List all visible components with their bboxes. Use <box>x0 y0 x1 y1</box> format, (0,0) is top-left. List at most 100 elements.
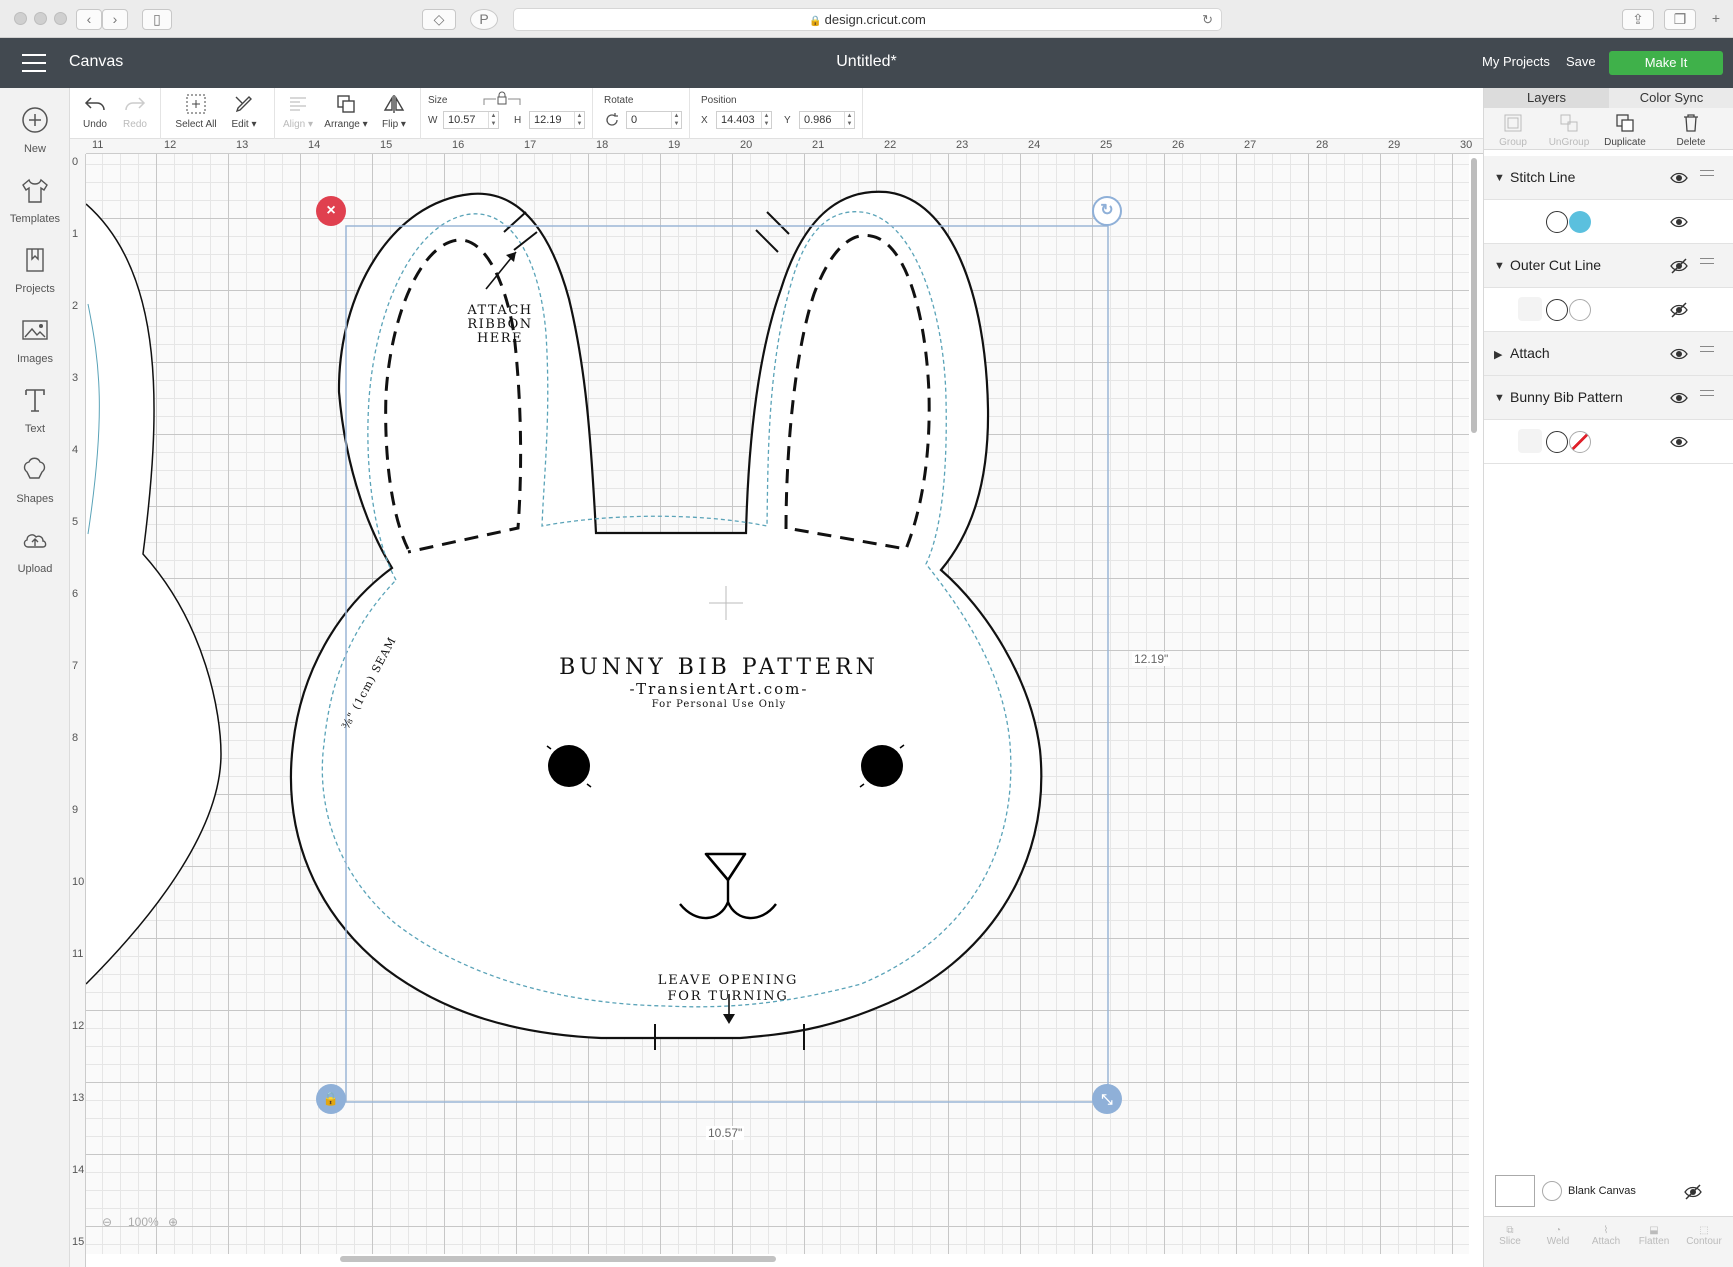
rotate-input[interactable]: 0 ▲ ▼ <box>626 111 682 129</box>
select-all-button[interactable]: Select All <box>168 92 224 130</box>
eye-icon[interactable] <box>1669 212 1689 232</box>
flatten-label: Flatten <box>1638 1236 1670 1247</box>
back-icon[interactable]: ‹ <box>76 9 102 30</box>
menu-icon[interactable] <box>22 54 46 72</box>
pen-icon[interactable] <box>1546 211 1568 233</box>
x-stepper[interactable]: ▲ ▼ <box>761 112 771 128</box>
scissors-icon[interactable] <box>1546 299 1568 321</box>
rotate-handle-icon[interactable]: ↻ <box>1092 196 1122 226</box>
make-it-button[interactable]: Make It <box>1609 51 1723 75</box>
share-icon[interactable]: ⇪ <box>1622 9 1654 30</box>
layer-group-outer-cut-line[interactable]: ▼ Outer Cut Line <box>1484 244 1733 288</box>
align-menu[interactable]: Align ▾ <box>276 92 320 130</box>
delete-button[interactable]: Delete <box>1656 112 1726 148</box>
delete-handle-icon[interactable]: × <box>316 196 346 226</box>
collapsed-triangle-icon[interactable]: ▶ <box>1494 348 1502 361</box>
slice-button[interactable]: ⧉ Slice <box>1486 1225 1534 1247</box>
address-bar[interactable]: 🔒 design.cricut.com ↻ <box>513 8 1222 31</box>
canvas-color-circle[interactable] <box>1542 1181 1562 1201</box>
tab-layers[interactable]: Layers <box>1484 88 1609 108</box>
design-canvas[interactable]: ATTACH RIBBON HERE BUNNY BIB PATTERN -Tr… <box>86 154 1469 1254</box>
width-stepper[interactable]: ▲ ▼ <box>488 112 498 128</box>
sidebar-icon[interactable]: ▯ <box>142 9 172 30</box>
color-swatch[interactable] <box>1569 211 1591 233</box>
drag-handle-icon[interactable] <box>1700 258 1714 268</box>
lock-aspect-icon[interactable] <box>482 91 522 107</box>
layer-group-bunny-bib-pattern[interactable]: ▼ Bunny Bib Pattern <box>1484 376 1733 420</box>
eye-hidden-icon[interactable] <box>1669 256 1689 276</box>
rotate-stepper[interactable]: ▲ ▼ <box>671 112 681 128</box>
upload-tool[interactable]: Upload <box>0 525 70 575</box>
no-fill-swatch[interactable] <box>1569 431 1591 453</box>
reload-icon[interactable]: ↻ <box>1202 9 1213 30</box>
eye-hidden-icon[interactable] <box>1683 1182 1703 1202</box>
duplicate-button[interactable]: Duplicate <box>1596 112 1654 148</box>
zoom-window-icon[interactable] <box>54 12 67 25</box>
document-title[interactable]: Untitled* <box>836 53 896 70</box>
drag-handle-icon[interactable] <box>1700 170 1714 180</box>
ungroup-button[interactable]: UnGroup <box>1540 112 1598 148</box>
y-input[interactable]: 0.986 ▲ ▼ <box>799 111 855 129</box>
attach-button[interactable]: ⌇ Attach <box>1582 1225 1630 1247</box>
height-input[interactable]: 12.19 ▲ ▼ <box>529 111 585 129</box>
redo-button[interactable]: Redo <box>118 92 152 130</box>
zoom-out-icon[interactable]: ⊖ <box>102 1215 112 1229</box>
x-input[interactable]: 14.403 ▲ ▼ <box>716 111 772 129</box>
vertical-scrollbar[interactable] <box>1471 158 1477 433</box>
offcanvas-shape[interactable] <box>86 203 222 985</box>
contour-button[interactable]: ⬚ Contour <box>1680 1225 1728 1247</box>
my-projects-link[interactable]: My Projects <box>1482 54 1550 69</box>
layer-group-attach[interactable]: ▶ Attach <box>1484 332 1733 376</box>
tab-color-sync[interactable]: Color Sync <box>1609 88 1733 108</box>
drag-handle-icon[interactable] <box>1700 346 1714 356</box>
shapes-tool[interactable]: Shapes <box>0 455 70 505</box>
text-tool[interactable]: Text <box>0 385 70 435</box>
color-swatch[interactable] <box>1569 299 1591 321</box>
horizontal-scrollbar[interactable] <box>340 1256 776 1262</box>
new-tab-icon[interactable]: + <box>1706 9 1726 30</box>
weld-button[interactable]: ◔ Weld <box>1534 1225 1582 1247</box>
reader-icon[interactable]: ◇ <box>422 9 456 30</box>
forward-icon[interactable]: › <box>102 9 128 30</box>
lock-handle-icon[interactable]: 🔒 <box>316 1084 346 1114</box>
minimize-window-icon[interactable] <box>34 12 47 25</box>
outer-cut-line[interactable] <box>289 190 1043 1040</box>
blank-canvas-layer[interactable]: Blank Canvas <box>1484 1168 1733 1216</box>
layer-outer-cut-line-item[interactable] <box>1484 288 1733 332</box>
resize-handle-icon[interactable]: ⤡ <box>1092 1084 1122 1114</box>
y-stepper[interactable]: ▲ ▼ <box>844 112 854 128</box>
flatten-button[interactable]: ⬓ Flatten <box>1630 1225 1678 1247</box>
height-stepper[interactable]: ▲ ▼ <box>574 112 584 128</box>
width-input[interactable]: 10.57 ▲ ▼ <box>443 111 499 129</box>
edit-menu[interactable]: Edit ▾ <box>222 92 266 130</box>
tabs-icon[interactable]: ❐ <box>1664 9 1696 30</box>
group-button[interactable]: Group <box>1484 112 1542 148</box>
eye-hidden-icon[interactable] <box>1669 300 1689 320</box>
ruler-tick-label: 20 <box>740 139 753 151</box>
layer-group-stitch-line[interactable]: ▼ Stitch Line <box>1484 156 1733 200</box>
expand-triangle-icon[interactable]: ▼ <box>1494 260 1505 272</box>
expand-triangle-icon[interactable]: ▼ <box>1494 172 1505 184</box>
layer-stitch-line-item[interactable] <box>1484 200 1733 244</box>
eye-icon[interactable] <box>1669 168 1689 188</box>
undo-button[interactable]: Undo <box>78 92 112 130</box>
eye-icon[interactable] <box>1669 432 1689 452</box>
bunny-bib-artwork[interactable]: ATTACH RIBBON HERE BUNNY BIB PATTERN -Tr… <box>86 154 1469 1254</box>
templates-tool[interactable]: Templates <box>0 175 70 225</box>
canvas-color-swatch[interactable] <box>1495 1175 1535 1207</box>
images-tool[interactable]: Images <box>0 315 70 365</box>
expand-triangle-icon[interactable]: ▼ <box>1494 392 1505 404</box>
save-button[interactable]: Save <box>1566 54 1596 69</box>
projects-tool[interactable]: Projects <box>0 245 70 295</box>
pinterest-icon[interactable]: P <box>470 9 498 30</box>
flip-menu[interactable]: Flip ▾ <box>372 92 416 130</box>
layer-bunny-bib-pattern-item[interactable] <box>1484 420 1733 464</box>
eye-icon[interactable] <box>1669 344 1689 364</box>
zoom-in-icon[interactable]: ⊕ <box>168 1215 178 1229</box>
close-window-icon[interactable] <box>14 12 27 25</box>
print-icon[interactable] <box>1546 431 1568 453</box>
arrange-menu[interactable]: Arrange ▾ <box>320 92 372 130</box>
new-tool[interactable]: New <box>0 105 70 155</box>
eye-icon[interactable] <box>1669 388 1689 408</box>
drag-handle-icon[interactable] <box>1700 390 1714 400</box>
